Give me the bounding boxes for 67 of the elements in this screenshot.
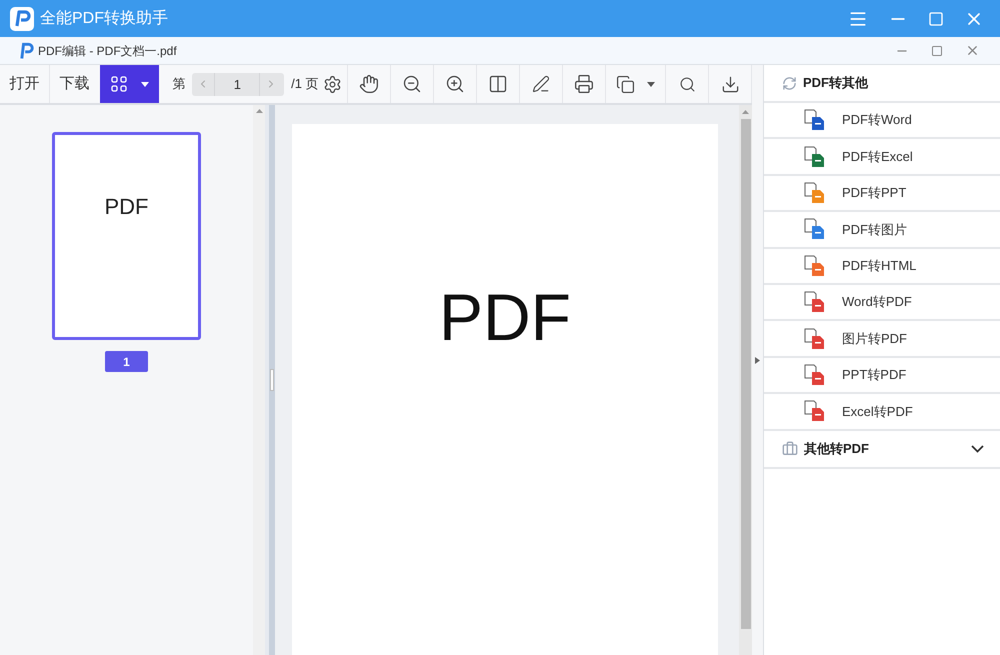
- copy-icon: [616, 74, 635, 94]
- expand-arrow-icon[interactable]: [755, 356, 760, 364]
- app-logo-icon: [10, 6, 34, 30]
- caret-icon: [646, 82, 655, 86]
- page-layout-icon: [488, 74, 508, 94]
- app-title: 全能PDF转换助手: [40, 8, 168, 28]
- zoom-out-icon: [402, 74, 422, 94]
- item-label: PDF转Word: [842, 111, 912, 130]
- grid-icon: [110, 76, 127, 92]
- maximize-icon[interactable]: [931, 44, 943, 56]
- caret-icon: [140, 82, 149, 86]
- section-header[interactable]: PDF转其他: [764, 65, 1000, 103]
- page-count: /1 页: [291, 75, 319, 94]
- chevron-down-icon: [971, 444, 984, 453]
- close-icon[interactable]: [965, 43, 980, 58]
- item-label: Word转PDF: [842, 293, 912, 312]
- download-icon: [720, 74, 740, 94]
- item-label: PDF转HTML: [842, 257, 916, 275]
- item-label: PDF转图片: [842, 220, 907, 239]
- sidebar-item[interactable]: PDF转Excel: [764, 139, 1000, 176]
- page-thumbnail[interactable]: PDF: [52, 132, 201, 340]
- sidebar-item[interactable]: PDF转Word: [764, 103, 1000, 140]
- file-convert-icon: [804, 109, 826, 132]
- page-field[interactable]: 1: [192, 72, 284, 96]
- hand-icon: [359, 74, 380, 94]
- file-convert-icon: [804, 328, 826, 350]
- section-title: PDF转其他: [803, 74, 868, 92]
- item-label: PDF转Excel: [842, 148, 913, 166]
- page-prefix: 第: [172, 75, 186, 94]
- file-convert-icon: [804, 146, 826, 168]
- item-label: PDF转PPT: [842, 184, 906, 202]
- sidebar-item[interactable]: 图片转PDF: [764, 321, 1000, 358]
- file-convert-icon: [804, 400, 826, 422]
- item-label: PPT转PDF: [842, 366, 906, 384]
- pen-icon: [532, 75, 550, 93]
- file-convert-icon: [804, 254, 826, 277]
- scrollbar[interactable]: [739, 105, 752, 655]
- open-button[interactable]: 打开: [0, 65, 50, 103]
- item-label: Excel转PDF: [842, 402, 913, 421]
- sidebar-item[interactable]: PPT转PDF: [764, 358, 1000, 394]
- sidebar-item[interactable]: PDF转图片: [764, 212, 1000, 249]
- thumbnail-view-button[interactable]: [100, 65, 160, 103]
- sidebar-item[interactable]: PDF转HTML: [764, 248, 1000, 285]
- scroll-up-icon: [742, 110, 749, 114]
- file-convert-icon: [804, 182, 826, 204]
- document-tab-title[interactable]: PDF编辑 - PDF文档一.pdf: [38, 42, 177, 60]
- sidebar-item[interactable]: PDF转PPT: [764, 176, 1000, 212]
- file-convert-icon: [804, 291, 826, 314]
- item-label: 图片转PDF: [842, 330, 907, 348]
- search-icon: [678, 76, 696, 92]
- briefcase-icon: [782, 440, 798, 457]
- page-text: PDF: [439, 284, 571, 350]
- sidebar-item[interactable]: Word转PDF: [764, 284, 1000, 322]
- file-convert-icon: [804, 364, 826, 386]
- page-number-badge: 1: [105, 351, 148, 372]
- section-title: 其他转PDF: [804, 440, 869, 458]
- thumbnail-text: PDF: [104, 193, 148, 221]
- scrollbar[interactable]: [253, 105, 265, 655]
- zoom-in-icon: [445, 74, 466, 94]
- settings-icon: [323, 74, 342, 94]
- sidebar-item[interactable]: Excel转PDF: [764, 394, 1000, 431]
- download-button[interactable]: 下载: [50, 65, 100, 103]
- convert-icon: [782, 76, 797, 90]
- printer-icon: [574, 74, 594, 94]
- scroll-up-icon[interactable]: [256, 109, 262, 113]
- file-convert-icon: [804, 218, 826, 240]
- section-header[interactable]: 其他转PDF: [764, 430, 1000, 469]
